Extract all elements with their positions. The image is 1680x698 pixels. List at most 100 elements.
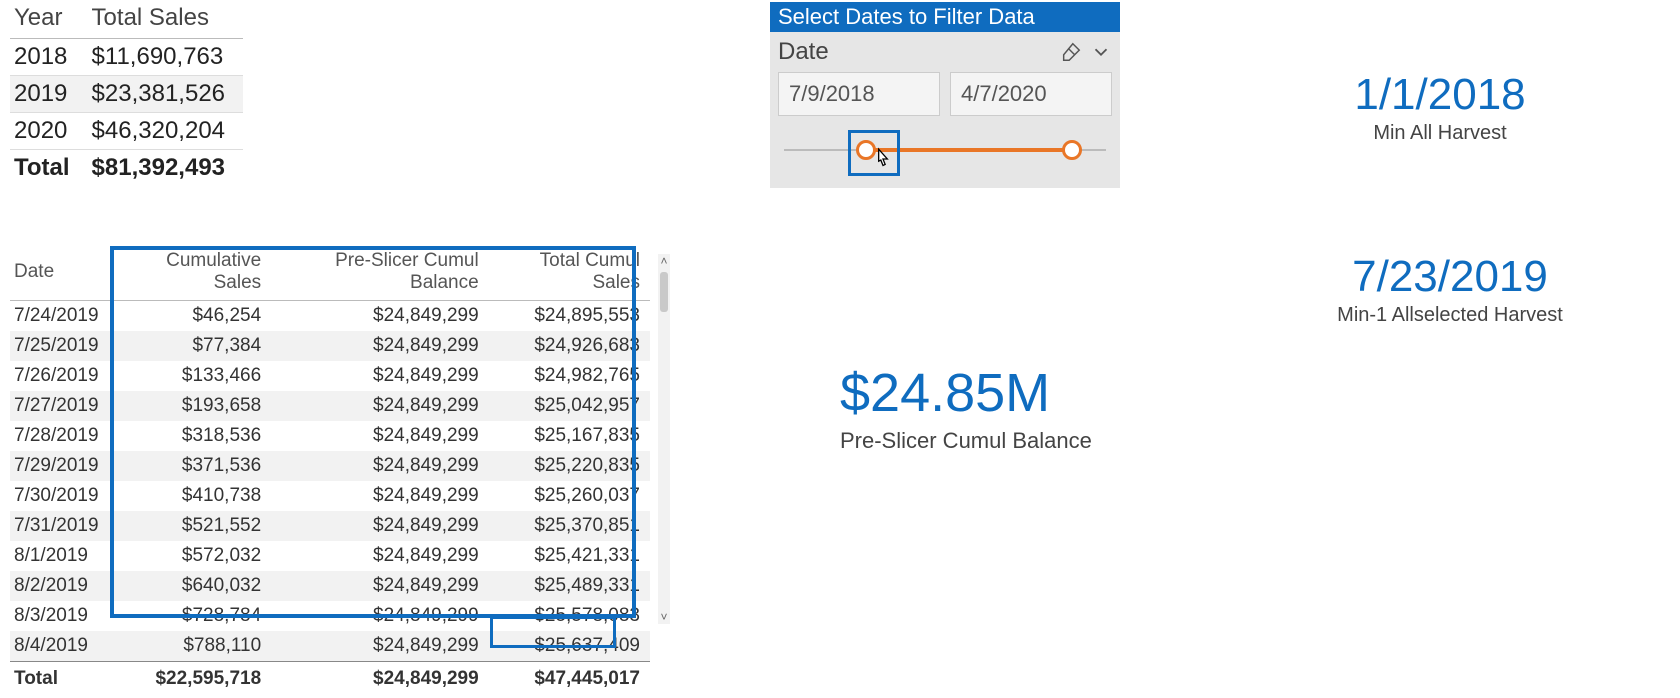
cell-total-cumul-sales: $25,167,835 xyxy=(489,421,650,451)
kpi-value: $24.85M xyxy=(840,362,1092,424)
slider-handle-end[interactable] xyxy=(1062,140,1082,160)
cell-pre-slicer-balance: $24,849,299 xyxy=(271,421,489,451)
col-header-total-cumul-sales[interactable]: Total Cumul Sales xyxy=(489,246,650,301)
cell-cumulative-sales: $640,032 xyxy=(119,571,271,601)
cell-pre-slicer-balance: $24,849,299 xyxy=(271,601,489,631)
cell-pre-slicer-balance: $24,849,299 xyxy=(271,361,489,391)
col-header-cumulative-sales[interactable]: Cumulative Sales xyxy=(119,246,271,301)
cell-date: 7/27/2019 xyxy=(10,391,119,421)
cell-total-cumul-sales: $25,220,835 xyxy=(489,451,650,481)
table-row[interactable]: 8/1/2019$572,032$24,849,299$25,421,331 xyxy=(10,541,650,571)
kpi-label: Min-1 Allselected Harvest xyxy=(1280,304,1620,327)
cell-cumulative-sales: $318,536 xyxy=(119,421,271,451)
cell-cumulative-sales: $410,738 xyxy=(119,481,271,511)
cell-year: 2019 xyxy=(10,76,88,113)
cell-total-cumul-sales: $25,370,851 xyxy=(489,511,650,541)
chevron-down-icon[interactable] xyxy=(1090,41,1112,63)
cell-pre-slicer-balance: $24,849,299 xyxy=(271,481,489,511)
cell-pre-slicer-balance: $24,849,299 xyxy=(271,541,489,571)
table-row[interactable]: 7/27/2019$193,658$24,849,299$25,042,957 xyxy=(10,391,650,421)
kpi-min1-allselected-harvest[interactable]: 7/23/2019 Min-1 Allselected Harvest xyxy=(1280,252,1620,327)
total-label: Total xyxy=(10,662,119,695)
slicer-field-name: Date xyxy=(778,38,829,66)
date-slicer[interactable]: Select Dates to Filter Data Date xyxy=(770,2,1120,188)
table-row[interactable]: 7/24/2019$46,254$24,849,299$24,895,553 xyxy=(10,301,650,332)
cell-total-sales: $46,320,204 xyxy=(88,113,243,150)
cell-year: 2020 xyxy=(10,113,88,150)
kpi-value: 7/23/2019 xyxy=(1280,252,1620,302)
cell-date: 8/2/2019 xyxy=(10,571,119,601)
cell-pre-slicer-balance: $24,849,299 xyxy=(271,511,489,541)
cell-total-cumul-sales: $24,926,683 xyxy=(489,331,650,361)
table-row[interactable]: 8/4/2019$788,110$24,849,299$25,637,409 xyxy=(10,631,650,662)
year-sales-matrix[interactable]: Year Total Sales 2018$11,690,7632019$23,… xyxy=(10,0,243,186)
cell-pre-slicer-balance: $24,849,299 xyxy=(271,391,489,421)
table-row[interactable]: 2020$46,320,204 xyxy=(10,113,243,150)
cell-year: 2018 xyxy=(10,39,88,76)
col-header-date[interactable]: Date xyxy=(10,246,119,301)
total-pre-slicer-balance: $24,849,299 xyxy=(271,662,489,695)
cell-total-cumul-sales: $24,895,553 xyxy=(489,301,650,332)
total-label: Total xyxy=(10,150,88,187)
table-row[interactable]: 7/31/2019$521,552$24,849,299$25,370,851 xyxy=(10,511,650,541)
table-row[interactable]: 8/3/2019$728,784$24,849,299$25,578,083 xyxy=(10,601,650,631)
cell-cumulative-sales: $521,552 xyxy=(119,511,271,541)
table-row[interactable]: 7/29/2019$371,536$24,849,299$25,220,835 xyxy=(10,451,650,481)
col-header-year[interactable]: Year xyxy=(10,0,88,39)
cell-total-cumul-sales: $25,578,083 xyxy=(489,601,650,631)
cell-total-cumul-sales: $25,421,331 xyxy=(489,541,650,571)
cell-pre-slicer-balance: $24,849,299 xyxy=(271,451,489,481)
eraser-icon[interactable] xyxy=(1060,41,1082,63)
col-header-total-sales[interactable]: Total Sales xyxy=(88,0,243,39)
kpi-min-all-harvest[interactable]: 1/1/2018 Min All Harvest xyxy=(1280,70,1600,145)
scroll-down-arrow-icon[interactable]: ˅ xyxy=(660,610,667,624)
cell-date: 7/29/2019 xyxy=(10,451,119,481)
cell-date: 7/28/2019 xyxy=(10,421,119,451)
cell-total-cumul-sales: $24,982,765 xyxy=(489,361,650,391)
slicer-title: Select Dates to Filter Data xyxy=(770,2,1120,32)
scroll-up-arrow-icon[interactable]: ˄ xyxy=(660,254,667,268)
kpi-label: Pre-Slicer Cumul Balance xyxy=(840,428,1092,454)
total-cumulative-sales: $22,595,718 xyxy=(119,662,271,695)
cell-total-cumul-sales: $25,042,957 xyxy=(489,391,650,421)
kpi-label: Min All Harvest xyxy=(1280,122,1600,145)
kpi-value: 1/1/2018 xyxy=(1280,70,1600,120)
cell-cumulative-sales: $788,110 xyxy=(119,631,271,662)
cell-date: 7/25/2019 xyxy=(10,331,119,361)
slicer-start-date[interactable]: 7/9/2018 xyxy=(778,72,940,116)
total-value: $81,392,493 xyxy=(88,150,243,187)
cell-date: 7/30/2019 xyxy=(10,481,119,511)
detail-total-row: Total $22,595,718 $24,849,299 $47,445,01… xyxy=(10,662,650,695)
cell-total-cumul-sales: $25,489,331 xyxy=(489,571,650,601)
kpi-pre-slicer-balance[interactable]: $24.85M Pre-Slicer Cumul Balance xyxy=(840,362,1092,454)
table-scrollbar[interactable]: ˄ ˅ xyxy=(658,254,670,624)
slicer-end-date[interactable]: 4/7/2020 xyxy=(950,72,1112,116)
cell-cumulative-sales: $46,254 xyxy=(119,301,271,332)
detail-table[interactable]: Date Cumulative Sales Pre-Slicer Cumul B… xyxy=(10,246,670,694)
cell-date: 8/3/2019 xyxy=(10,601,119,631)
cell-pre-slicer-balance: $24,849,299 xyxy=(271,301,489,332)
cell-date: 8/4/2019 xyxy=(10,631,119,662)
cell-total-sales: $23,381,526 xyxy=(88,76,243,113)
table-row[interactable]: 7/28/2019$318,536$24,849,299$25,167,835 xyxy=(10,421,650,451)
total-total-cumul-sales: $47,445,017 xyxy=(489,662,650,695)
table-row[interactable]: 7/30/2019$410,738$24,849,299$25,260,037 xyxy=(10,481,650,511)
slicer-track[interactable] xyxy=(784,140,1106,160)
scrollbar-thumb[interactable] xyxy=(660,272,668,312)
table-row[interactable]: 7/25/2019$77,384$24,849,299$24,926,683 xyxy=(10,331,650,361)
cell-cumulative-sales: $193,658 xyxy=(119,391,271,421)
cell-cumulative-sales: $728,784 xyxy=(119,601,271,631)
table-row[interactable]: 2018$11,690,763 xyxy=(10,39,243,76)
cell-pre-slicer-balance: $24,849,299 xyxy=(271,571,489,601)
cell-cumulative-sales: $133,466 xyxy=(119,361,271,391)
cell-date: 8/1/2019 xyxy=(10,541,119,571)
cell-cumulative-sales: $572,032 xyxy=(119,541,271,571)
table-row[interactable]: 8/2/2019$640,032$24,849,299$25,489,331 xyxy=(10,571,650,601)
cell-cumulative-sales: $371,536 xyxy=(119,451,271,481)
pointer-cursor-icon xyxy=(870,146,896,172)
table-row[interactable]: 2019$23,381,526 xyxy=(10,76,243,113)
cell-date: 7/24/2019 xyxy=(10,301,119,332)
year-matrix-total-row: Total $81,392,493 xyxy=(10,150,243,187)
col-header-pre-slicer-balance[interactable]: Pre-Slicer Cumul Balance xyxy=(271,246,489,301)
table-row[interactable]: 7/26/2019$133,466$24,849,299$24,982,765 xyxy=(10,361,650,391)
